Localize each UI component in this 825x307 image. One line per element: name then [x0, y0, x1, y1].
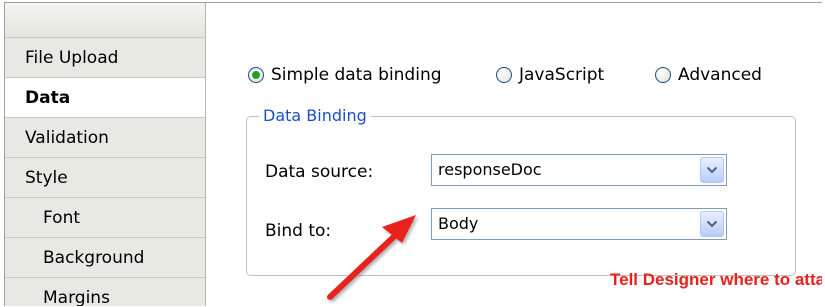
- properties-panel: File Upload Data Validation Style Font B…: [4, 2, 822, 306]
- sidebar-item-data[interactable]: Data: [5, 78, 205, 118]
- sidebar-item-style[interactable]: Style: [5, 158, 205, 198]
- sidebar-item-margins[interactable]: Margins: [5, 278, 205, 306]
- sidebar-header: [5, 3, 205, 38]
- sidebar-item-background[interactable]: Background: [5, 238, 205, 278]
- annotation-arrow-icon: [327, 215, 416, 300]
- sidebar-item-file-upload[interactable]: File Upload: [5, 38, 205, 78]
- annotation-callout-text: Tell Designer where to attach file to: [610, 270, 822, 289]
- sidebar-item-validation[interactable]: Validation: [5, 118, 205, 158]
- category-sidebar: File Upload Data Validation Style Font B…: [5, 3, 206, 306]
- data-settings-pane: Simple data binding JavaScript Advanced …: [206, 3, 822, 306]
- sidebar-item-font[interactable]: Font: [5, 198, 205, 238]
